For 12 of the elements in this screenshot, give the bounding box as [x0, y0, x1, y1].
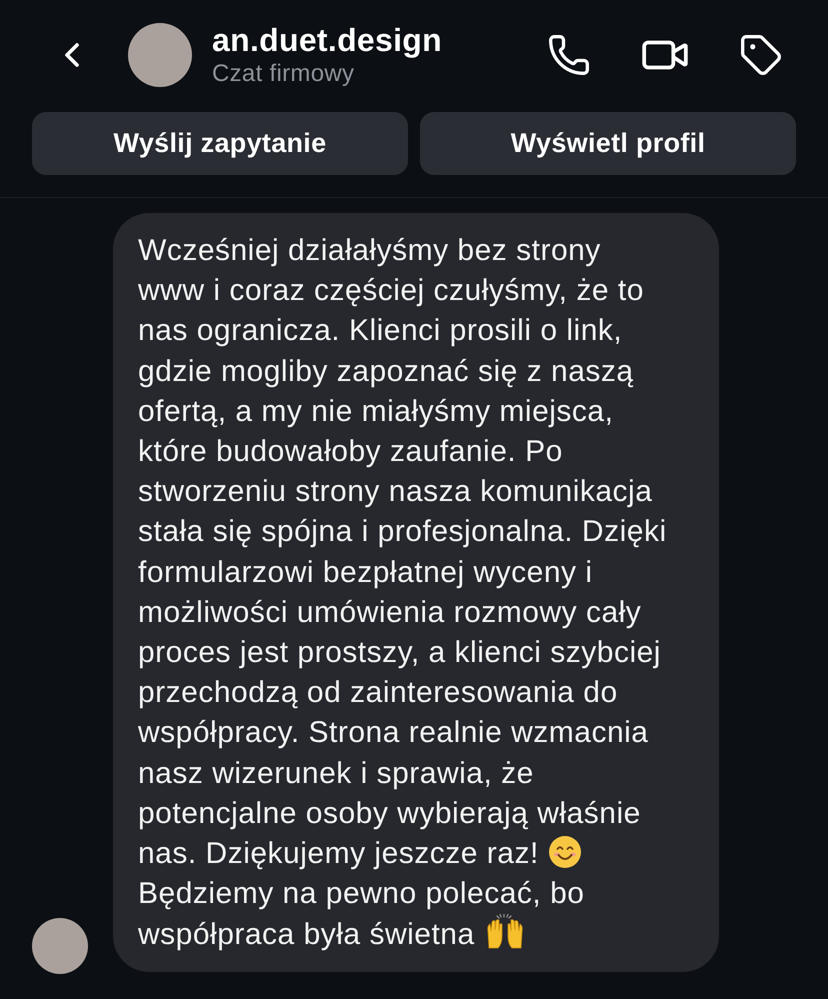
phone-icon — [547, 33, 591, 77]
chat-subtitle: Czat firmowy — [212, 59, 356, 89]
smiling-face-icon — [548, 836, 581, 868]
message-text: Wcześniej działałyśmy bez strony www i coraz częściej czułyśmy, że to nas ogranicza. Klienci prosili o link, gdzie mogliby zapoznać się z naszą ofertą, a my nie miałyśmy miejsca, które budowałoby zaufanie. Po stworzeniu strony nasza komunikacja stała się spójna i profesjonalna. Dzięki formularzowi bezpłatnej wyceny i możliwości umówienia rozmowy cały proces jest prostszy, a klienci szybciej przechodzą od zainteresowania do współpracy. Strona realnie wzmacnia nasz wizerunek i sprawia, że potencjalne osoby wybierają właśnie nas. Dziękujemy jeszcze raz! — [138, 233, 668, 872]
action-button[interactable]: Wyślij zapytanie — [32, 112, 408, 175]
tag-icon — [739, 33, 783, 77]
action-button[interactable]: Wyświetl profil — [420, 112, 796, 175]
raised-hands-icon — [484, 914, 525, 950]
tag-button[interactable] — [738, 32, 784, 78]
message-text: Będziemy na pewno polecać, bo współpraca była świetna — [138, 876, 586, 954]
call-button[interactable] — [546, 32, 592, 78]
chat-title: an.duet.design — [212, 21, 443, 59]
